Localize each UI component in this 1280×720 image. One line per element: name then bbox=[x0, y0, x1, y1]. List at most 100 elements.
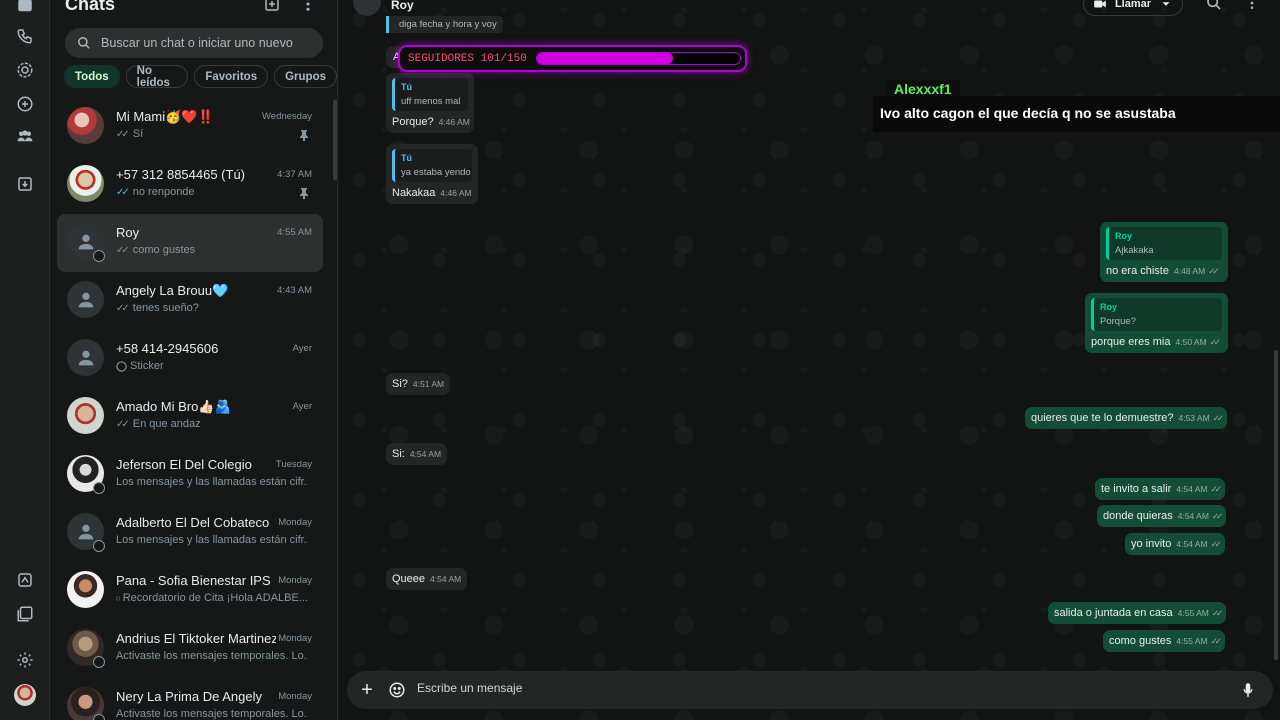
conversation-scrollbar[interactable] bbox=[1274, 350, 1278, 660]
chat-item[interactable]: Andrius El Tiktoker Martinez Monday Acti… bbox=[57, 620, 323, 678]
filter-groups[interactable]: Grupos bbox=[274, 65, 337, 88]
chat-item[interactable]: +57 312 8854465 (Tú) 4:37 AM ✓✓ no renpon… bbox=[57, 156, 323, 214]
chat-name: Pana - Sofia Bienestar IPS bbox=[116, 573, 271, 588]
message-bubble-out[interactable]: como gustes 4:55 AM ✓✓ bbox=[1103, 630, 1225, 652]
chat-preview: Sticker bbox=[116, 360, 308, 372]
settings-gear-icon[interactable] bbox=[13, 648, 37, 672]
message-bubble-out[interactable]: salida o juntada en casa 4:55 AM ✓✓ bbox=[1048, 602, 1227, 624]
channels-icon[interactable] bbox=[13, 92, 37, 116]
profile-avatar[interactable] bbox=[13, 683, 37, 707]
contact-name[interactable]: Roy bbox=[391, 0, 414, 12]
chat-item[interactable]: Nery La Prima De Angely Monday Activaste… bbox=[57, 678, 323, 720]
sticker-emoji-icon[interactable] bbox=[388, 681, 406, 699]
chats-icon[interactable] bbox=[13, 0, 37, 18]
quoted-message-partial[interactable]: diga fecha y hora y voy bbox=[386, 16, 503, 33]
double-check-icon: ✓✓ bbox=[1212, 413, 1224, 423]
chat-item[interactable]: Amado Mi Bro👍🏻🫂 Ayer ✓✓ En que andaz bbox=[57, 388, 323, 446]
pin-icon bbox=[300, 188, 308, 199]
call-button[interactable]: Llamar bbox=[1083, 0, 1183, 16]
chat-item[interactable]: Jeferson El Del Colegio Tuesday Los mens… bbox=[57, 446, 323, 504]
chat-list-scrollbar[interactable] bbox=[333, 100, 337, 180]
chat-item[interactable]: Pana - Sofia Bienestar IPS Monday Record… bbox=[57, 562, 323, 620]
chat-item[interactable]: +58 414-2945606 Ayer Sticker bbox=[57, 330, 323, 388]
panel-title: Chats bbox=[65, 0, 116, 14]
status-icon[interactable] bbox=[13, 58, 37, 82]
double-check-icon: ✓✓ bbox=[1210, 539, 1222, 549]
quoted-message[interactable]: Tú ya estaba yendo bbox=[392, 149, 472, 182]
avatar bbox=[67, 165, 104, 202]
followers-progress-fill bbox=[537, 53, 673, 64]
message-bubble-in[interactable]: Si: 4:54 AM bbox=[386, 443, 448, 465]
message-text: yo invito bbox=[1131, 538, 1172, 550]
chat-item[interactable]: Mi Mami🥳❤️‼️ Wednesday ✓✓ Sí bbox=[57, 98, 323, 156]
chat-preview: ✓✓ tenes sueño? bbox=[116, 302, 308, 314]
message-bubble-in[interactable]: Si? 4:51 AM bbox=[386, 373, 451, 395]
filter-chips: Todos No leídos Favoritos Grupos bbox=[64, 65, 337, 89]
chat-time: 4:55 AM bbox=[277, 227, 312, 238]
chat-name: Amado Mi Bro👍🏻🫂 bbox=[116, 399, 231, 414]
message-text: te invito a salir bbox=[1101, 483, 1172, 495]
communities-icon[interactable] bbox=[13, 124, 37, 148]
image-message-icon bbox=[116, 596, 120, 600]
filter-unread[interactable]: No leídos bbox=[125, 65, 189, 89]
read-ticks-icon: ✓✓ bbox=[116, 418, 130, 430]
quoted-message[interactable]: Roy Porque? bbox=[1091, 298, 1222, 331]
message-time: 4:55 AM bbox=[1177, 608, 1209, 618]
quoted-message[interactable]: Tú uff menos mal bbox=[392, 78, 468, 111]
message-input[interactable] bbox=[417, 681, 1217, 695]
attach-plus-icon[interactable]: + bbox=[358, 680, 376, 700]
chat-name: Nery La Prima De Angely bbox=[116, 689, 262, 704]
quote-author: Roy bbox=[1115, 231, 1133, 241]
chat-name: Angely La Brouu🩵 bbox=[116, 283, 229, 298]
navigation-rail bbox=[0, 0, 50, 720]
avatar bbox=[67, 107, 104, 144]
message-bubble-out[interactable]: donde quieras 4:54 AM ✓✓ bbox=[1097, 505, 1227, 527]
meta-ai-icon[interactable] bbox=[13, 568, 37, 592]
menu-dots-icon[interactable] bbox=[1243, 0, 1261, 12]
read-ticks-icon: ✓✓ bbox=[116, 302, 130, 314]
message-bubble-in[interactable]: Queee 4:54 AM bbox=[386, 568, 468, 590]
calls-icon[interactable] bbox=[13, 24, 37, 48]
overlay-comment: Ivo alto cagon el que decía q no se asus… bbox=[873, 96, 1280, 132]
chat-name: Roy bbox=[116, 225, 140, 240]
message-bubble-out[interactable]: yo invito 4:54 AM ✓✓ bbox=[1125, 533, 1225, 555]
avatar bbox=[67, 397, 104, 434]
message-text: quieres que te lo demuestre? bbox=[1031, 412, 1174, 424]
message-bubble-out[interactable]: Roy Porque? porque eres mia 4:50 AM ✓✓ bbox=[1085, 293, 1228, 353]
filter-all[interactable]: Todos bbox=[64, 65, 120, 88]
search-input[interactable] bbox=[101, 36, 301, 50]
message-bubble-out[interactable]: te invito a salir 4:54 AM ✓✓ bbox=[1095, 478, 1225, 500]
chat-preview: Los mensajes y las llamadas están cifr..… bbox=[116, 476, 308, 488]
call-label: Llamar bbox=[1114, 0, 1152, 10]
double-check-icon: ✓✓ bbox=[1210, 636, 1222, 646]
filter-favorites[interactable]: Favoritos bbox=[194, 65, 269, 88]
message-bubble-in[interactable]: Tú ya estaba yendo Nakakaa 4:46 AM bbox=[386, 144, 478, 204]
chevron-down-icon bbox=[1162, 2, 1170, 6]
archived-icon[interactable] bbox=[13, 172, 37, 196]
search-icon[interactable] bbox=[1205, 0, 1223, 12]
chat-preview: ✓✓ Sí bbox=[116, 128, 308, 140]
message-text: porque eres mia bbox=[1091, 336, 1171, 348]
chat-item[interactable]: Angely La Brouu🩵 4:43 AM ✓✓ tenes sueño? bbox=[57, 272, 323, 330]
message-time: 4:53 AM bbox=[1178, 413, 1210, 423]
message-time: 4:54 AM bbox=[1177, 511, 1209, 521]
message-bubble-out[interactable]: quieres que te lo demuestre? 4:53 AM ✓✓ bbox=[1025, 407, 1227, 429]
chat-time: Monday bbox=[278, 633, 312, 644]
quoted-message[interactable]: Roy Ajkakaka bbox=[1106, 227, 1222, 260]
microphone-icon[interactable] bbox=[1239, 681, 1257, 699]
contact-avatar[interactable] bbox=[353, 0, 381, 16]
menu-dots-icon[interactable] bbox=[298, 0, 318, 14]
double-check-icon: ✓✓ bbox=[1209, 337, 1221, 347]
chat-preview-text: tenes sueño? bbox=[132, 302, 199, 314]
chat-item-selected[interactable]: Roy 4:55 AM ✓✓ como gustes bbox=[57, 214, 323, 272]
chat-time: Monday bbox=[278, 691, 312, 702]
search-bar bbox=[65, 28, 323, 58]
message-bubble-in[interactable]: Tú uff menos mal Porque? 4:46 AM bbox=[386, 73, 474, 133]
default-user-icon bbox=[78, 234, 93, 249]
quote-text: uff menos mal bbox=[401, 96, 461, 107]
new-chat-icon[interactable] bbox=[262, 0, 282, 14]
chat-name: Adalberto El Del Cobateco bbox=[116, 515, 270, 530]
message-bubble-out[interactable]: Roy Ajkakaka no era chiste 4:48 AM ✓✓ bbox=[1100, 222, 1228, 282]
media-gallery-icon[interactable] bbox=[13, 602, 37, 626]
chat-item[interactable]: Adalberto El Del Cobateco Monday Los men… bbox=[57, 504, 323, 562]
